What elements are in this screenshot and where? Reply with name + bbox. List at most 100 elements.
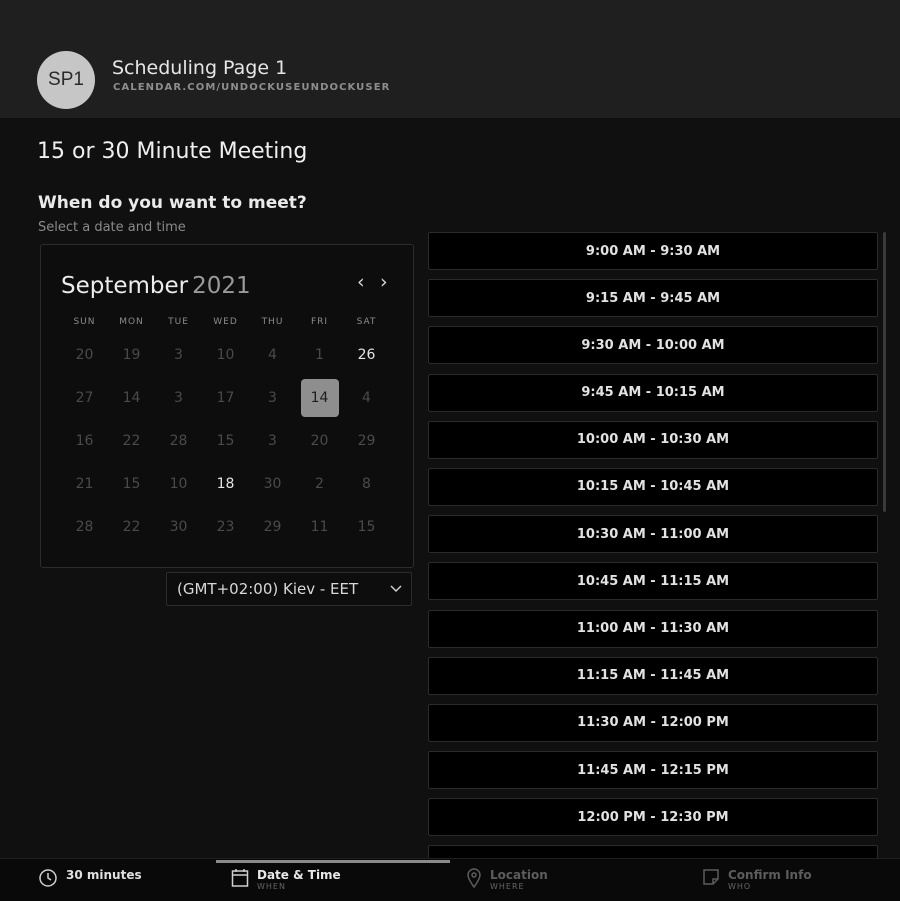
year-label: 2021	[192, 273, 251, 299]
weekday-label: MON	[119, 317, 144, 327]
time-slot-button[interactable]: 10:00 AM - 10:30 AM	[428, 420, 878, 459]
step-subtitle: WHERE	[490, 882, 525, 891]
selected-day[interactable]: 14	[296, 376, 343, 419]
calendar-day: 11	[296, 505, 343, 548]
previous-month-chevron-left-icon[interactable]: ‹	[357, 271, 365, 293]
day-number: 3	[268, 432, 277, 449]
step-date-time[interactable]: Date & Time WHEN	[231, 868, 341, 892]
day-number: 26	[357, 346, 376, 363]
day-number: 11	[310, 518, 329, 535]
weekday-label: THU	[261, 317, 284, 327]
time-slot-button[interactable]: 11:15 AM - 11:45 AM	[428, 656, 878, 695]
day-number: 4	[268, 346, 277, 363]
time-slot-button[interactable]: 12:00 PM - 12:30 PM	[428, 798, 878, 837]
day-number: 28	[75, 518, 94, 535]
weekday-label: SUN	[73, 317, 96, 327]
date-picker: September 2021 ‹ › SUN MON TUE WED THU FRI SAT …	[40, 244, 414, 568]
calendar-day: 28	[155, 419, 202, 462]
day-number: 20	[75, 346, 94, 363]
section-heading: When do you want to meet?	[38, 193, 307, 213]
section-subtitle: Select a date and time	[38, 220, 186, 235]
time-slot-button[interactable]: 9:45 AM - 10:15 AM	[428, 373, 878, 412]
time-slot-scrollbar[interactable]	[883, 232, 886, 512]
day-number: 30	[169, 518, 188, 535]
day-number: 22	[122, 518, 141, 535]
time-slot-button[interactable]: 11:45 AM - 12:15 PM	[428, 751, 878, 790]
month-label: September 2021	[61, 273, 251, 299]
day-number: 15	[357, 518, 376, 535]
calendar-day: 20	[61, 333, 108, 376]
day-number: 28	[169, 432, 188, 449]
calendar-day: 20	[296, 419, 343, 462]
step-title: 30 minutes	[66, 868, 142, 882]
calendar-day: 30	[249, 462, 296, 505]
time-slot-button[interactable]: 9:15 AM - 9:45 AM	[428, 279, 878, 318]
day-number: 14	[300, 378, 339, 417]
day-number: 27	[75, 389, 94, 406]
calendar-day: 2	[296, 462, 343, 505]
calendar-day: 10	[202, 333, 249, 376]
day-number: 29	[357, 432, 376, 449]
step-title: Location	[490, 868, 548, 882]
day-number: 22	[122, 432, 141, 449]
next-month-chevron-right-icon[interactable]: ›	[380, 271, 388, 293]
calendar-day: 22	[108, 419, 155, 462]
time-slot-button[interactable]: 11:00 AM - 11:30 AM	[428, 609, 878, 648]
day-number: 15	[122, 475, 141, 492]
day-number: 21	[75, 475, 94, 492]
calendar-day: 28	[61, 505, 108, 548]
time-slot-button[interactable]: 10:45 AM - 11:15 AM	[428, 562, 878, 601]
weekday-label: WED	[213, 317, 238, 327]
step-subtitle: WHEN	[257, 882, 286, 891]
day-number: 16	[75, 432, 94, 449]
step-confirm-info[interactable]: Confirm Info WHO	[702, 868, 812, 892]
chevron-down-icon	[390, 585, 402, 593]
calendar-day: 19	[108, 333, 155, 376]
day-number: 8	[362, 475, 371, 492]
day-number: 23	[216, 518, 235, 535]
day-number: 18	[216, 475, 235, 492]
calendar-day: 4	[249, 333, 296, 376]
day-number: 14	[122, 389, 141, 406]
calendar-day: 15	[108, 462, 155, 505]
step-title: Date & Time	[257, 868, 341, 882]
avatar: SP1	[37, 51, 95, 109]
time-slot-button[interactable]: 9:30 AM - 10:00 AM	[428, 326, 878, 365]
calendar-day: 3	[249, 419, 296, 462]
calendar-day: 3	[155, 333, 202, 376]
day-number: 15	[216, 432, 235, 449]
calendar-day: 10	[155, 462, 202, 505]
clock-icon	[39, 869, 57, 887]
page-url[interactable]: CALENDAR.COM/UNDOCKUSEUNDOCKUSER	[113, 82, 390, 93]
day-number: 17	[216, 389, 235, 406]
time-slot-button[interactable]: 10:30 AM - 11:00 AM	[428, 515, 878, 554]
month-name: September	[61, 273, 189, 299]
calendar-day: 27	[61, 376, 108, 419]
location-pin-icon	[467, 868, 481, 888]
day-number: 19	[122, 346, 141, 363]
day-number: 30	[263, 475, 282, 492]
step-title: Confirm Info	[728, 868, 812, 882]
page-name: Scheduling Page 1	[112, 57, 288, 79]
calendar-day[interactable]: 26	[343, 333, 390, 376]
day-grid: 20 19 3 10 4 1 26 27 14 3 17 3 14 4 16 22 28 15 3 20 29 21 15 1…	[61, 333, 391, 548]
weekday-label: FRI	[310, 317, 329, 327]
step-duration[interactable]: 30 minutes	[38, 868, 142, 888]
note-icon	[703, 869, 719, 885]
day-number: 3	[174, 389, 183, 406]
day-number: 3	[268, 389, 277, 406]
calendar-day: 14	[108, 376, 155, 419]
weekday-header: SUN MON TUE WED THU FRI SAT	[61, 317, 391, 327]
day-number: 2	[315, 475, 324, 492]
time-slot-button[interactable]: 9:00 AM - 9:30 AM	[428, 232, 878, 270]
time-slot-button[interactable]: 10:15 AM - 10:45 AM	[428, 467, 878, 506]
calendar-day: 15	[202, 419, 249, 462]
step-location[interactable]: Location WHERE	[466, 868, 548, 892]
calendar-day: 16	[61, 419, 108, 462]
timezone-select[interactable]: (GMT+02:00) Kiev - EET	[166, 572, 412, 606]
time-slot-button[interactable]: 11:30 AM - 12:00 PM	[428, 703, 878, 742]
calendar-day[interactable]: 18	[202, 462, 249, 505]
day-number: 10	[169, 475, 188, 492]
calendar-day: 1	[296, 333, 343, 376]
day-number: 20	[310, 432, 329, 449]
